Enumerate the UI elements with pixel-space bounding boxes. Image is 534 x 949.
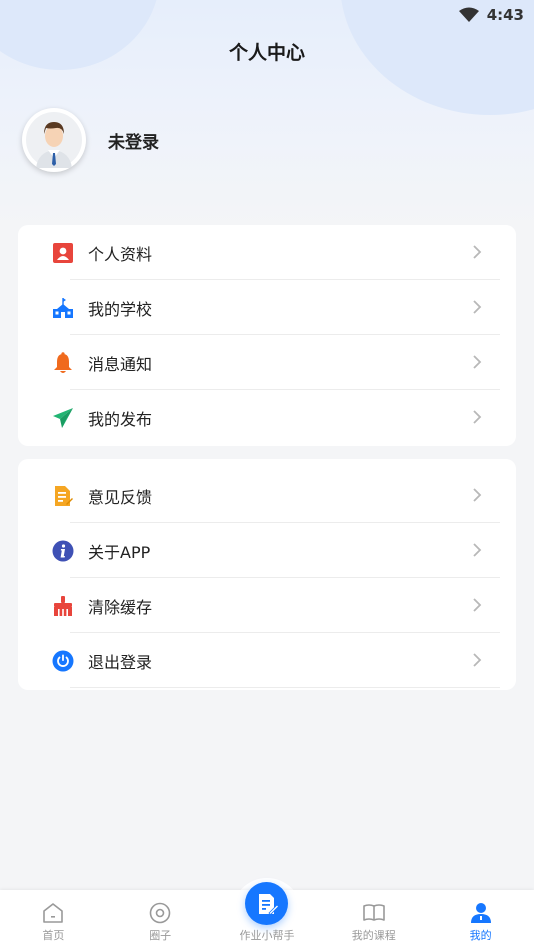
edit-document-icon xyxy=(258,893,279,915)
chevron-right-icon xyxy=(473,488,482,502)
menu-item-label: 个人资料 xyxy=(88,244,153,264)
tab-label: 作业小帮手 xyxy=(239,929,295,942)
power-icon xyxy=(52,650,74,672)
menu-card-primary: 个人资料 我的学校 消息通知 我的发布 xyxy=(18,225,516,446)
tab-label: 圈子 xyxy=(149,929,172,942)
chevron-right-icon xyxy=(473,355,482,369)
menu-item-my-posts[interactable]: 我的发布 xyxy=(18,390,516,445)
chevron-right-icon xyxy=(473,300,482,314)
tab-label: 我的 xyxy=(469,929,492,942)
user-icon xyxy=(470,903,491,923)
menu-item-label: 消息通知 xyxy=(88,354,153,374)
menu-item-label: 我的发布 xyxy=(88,409,153,429)
tab-label: 我的课程 xyxy=(351,929,396,942)
tab-mine[interactable]: 我的 xyxy=(427,890,534,949)
status-time: 4:43 xyxy=(486,6,524,24)
profile-card-icon xyxy=(52,242,74,264)
menu-item-school[interactable]: 我的学校 xyxy=(18,280,516,335)
chevron-right-icon xyxy=(473,653,482,667)
tab-circle[interactable]: 圈子 xyxy=(107,890,214,949)
menu-item-clear-cache[interactable]: 清除缓存 xyxy=(18,578,516,633)
book-icon xyxy=(362,904,385,921)
broom-icon xyxy=(52,595,74,617)
menu-card-secondary: 意见反馈 关于APP 清除缓存 退出登录 xyxy=(18,459,516,690)
avatar[interactable] xyxy=(22,108,86,172)
bell-icon xyxy=(52,351,74,374)
menu-item-notifications[interactable]: 消息通知 xyxy=(18,335,516,390)
page-title: 个人中心 xyxy=(228,42,305,64)
homework-helper-button[interactable] xyxy=(245,882,288,925)
login-status[interactable]: 未登录 xyxy=(108,128,159,153)
menu-item-label: 意见反馈 xyxy=(88,487,153,507)
tab-home[interactable]: 首页 xyxy=(0,890,107,949)
chevron-right-icon xyxy=(473,543,482,557)
home-icon xyxy=(43,903,64,923)
info-icon xyxy=(52,540,74,562)
user-avatar-icon xyxy=(26,112,82,168)
menu-item-label: 关于APP xyxy=(88,542,151,562)
wifi-icon xyxy=(458,7,479,22)
menu-item-label: 清除缓存 xyxy=(88,597,153,617)
feedback-icon xyxy=(52,485,74,507)
paper-plane-icon xyxy=(52,407,74,429)
menu-item-about[interactable]: 关于APP xyxy=(18,523,516,578)
divider xyxy=(70,687,500,688)
menu-item-logout[interactable]: 退出登录 xyxy=(18,633,516,688)
status-bar: 4:43 xyxy=(0,0,534,30)
disc-icon xyxy=(149,902,171,924)
chevron-right-icon xyxy=(473,598,482,612)
tab-label: 首页 xyxy=(42,929,65,942)
profile-section[interactable]: 未登录 xyxy=(22,108,159,172)
menu-item-label: 退出登录 xyxy=(88,652,153,672)
chevron-right-icon xyxy=(473,245,482,259)
chevron-right-icon xyxy=(473,410,482,424)
school-icon xyxy=(52,297,74,319)
menu-item-profile[interactable]: 个人资料 xyxy=(18,225,516,280)
menu-item-label: 我的学校 xyxy=(88,299,153,319)
menu-item-feedback[interactable]: 意见反馈 xyxy=(18,468,516,523)
tab-my-courses[interactable]: 我的课程 xyxy=(320,890,427,949)
